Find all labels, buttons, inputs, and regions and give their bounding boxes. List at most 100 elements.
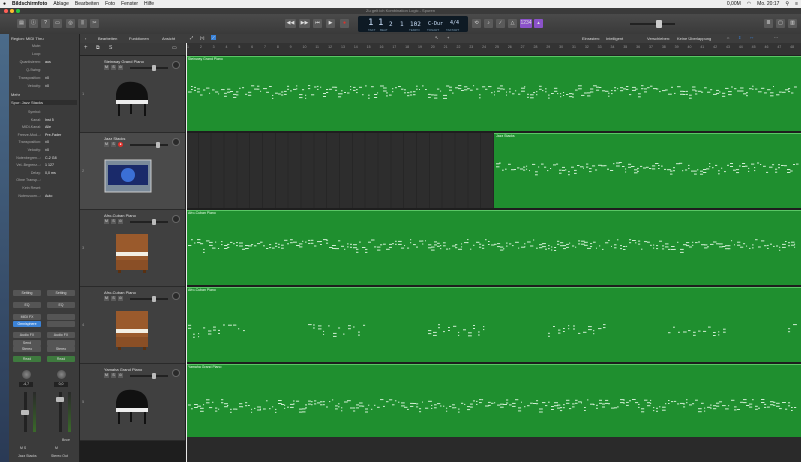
- solo-button[interactable]: S: [111, 65, 116, 70]
- track-volume-slider[interactable]: [130, 373, 168, 379]
- strip-slot-left[interactable]: Audio FX: [13, 332, 41, 338]
- track-volume-slider[interactable]: [130, 219, 168, 225]
- go-to-start-button[interactable]: ⏮: [313, 19, 322, 28]
- strip-slot-left[interactable]: EQ: [13, 302, 41, 308]
- editors-icon[interactable]: ✂: [90, 19, 99, 28]
- view-menu[interactable]: Ansicht: [162, 36, 175, 41]
- track-param-value[interactable]: 0,0 ms: [45, 171, 56, 175]
- track-param-row[interactable]: Notenzuorn...: Auto: [11, 194, 77, 200]
- pointer-tool-icon[interactable]: ↖: [435, 35, 438, 40]
- track-param-value[interactable]: ±0: [45, 148, 49, 152]
- track-param-value[interactable]: Inst 5: [45, 118, 54, 122]
- pencil-tool-icon[interactable]: +: [447, 35, 449, 40]
- menu-app-name[interactable]: Bildschirmfoto: [12, 1, 47, 7]
- track-volume-slider[interactable]: [130, 65, 168, 71]
- bar-ruler[interactable]: 1 2 3 4 5 6 7 8 9 10 11 12 13 14 15 16 17 18 19 20 21 22 23 24 2…: [185, 43, 801, 56]
- track-volume-slider[interactable]: [130, 142, 168, 148]
- track-pan-knob[interactable]: [172, 215, 180, 223]
- strip-slot-right[interactable]: Stereo: [47, 346, 75, 352]
- strip-slot-left[interactable]: MIDI FX: [13, 314, 41, 320]
- record-button[interactable]: ●: [340, 19, 349, 28]
- fader-cap-right[interactable]: [56, 397, 64, 402]
- back-arrow-icon[interactable]: ‹: [85, 36, 86, 41]
- empty-track-lane[interactable]: [186, 133, 494, 208]
- lcd-display[interactable]: 1 1 2 1 102 C-Dur 4/4 TAKT BEAT TEMPO TO…: [358, 16, 468, 32]
- menu-list-icon[interactable]: ≡: [795, 1, 798, 7]
- minimize-window-button[interactable]: [10, 9, 14, 13]
- solo-button[interactable]: S: [111, 373, 116, 378]
- zoom-window-button[interactable]: [16, 9, 20, 13]
- wifi-icon[interactable]: ◠: [747, 1, 751, 7]
- notepad-icon[interactable]: ▢: [776, 19, 785, 28]
- track-name[interactable]: Steinway Grand Piano: [104, 59, 144, 64]
- smart-controls-icon[interactable]: ◎: [66, 19, 75, 28]
- browsers-icon[interactable]: ▥: [788, 19, 797, 28]
- mute-button[interactable]: M: [104, 219, 109, 224]
- track-param-row[interactable]: Kein Reset:: [11, 186, 77, 192]
- strip-slot-right[interactable]: [47, 314, 75, 320]
- strip-slot-right[interactable]: Setting: [47, 290, 75, 296]
- menu-foto[interactable]: Foto: [105, 1, 115, 7]
- track-param-row[interactable]: Ohne Transp...:: [11, 178, 77, 184]
- region-param-row[interactable]: Loop:: [11, 52, 77, 58]
- master-volume-slider[interactable]: [630, 20, 675, 28]
- track-param-row[interactable]: Freeze-Mod...: Pre-Fader: [11, 133, 77, 139]
- track-param-row[interactable]: Symbol:: [11, 110, 77, 116]
- track-volume-knob[interactable]: [152, 65, 156, 71]
- playhead[interactable]: [186, 43, 187, 462]
- track-param-value[interactable]: Alle: [45, 125, 51, 129]
- clock[interactable]: Mo. 20:17: [757, 1, 779, 7]
- zoom-horizontal-icon[interactable]: ⇿: [750, 35, 753, 40]
- master-volume-knob[interactable]: [656, 20, 662, 28]
- menu-hilfe[interactable]: Hilfe: [144, 1, 154, 7]
- midi-region[interactable]: Steinway Grand Piano: [186, 56, 801, 131]
- mute-button[interactable]: M: [104, 142, 109, 147]
- menu-fenster[interactable]: Fenster: [121, 1, 138, 7]
- midi-region[interactable]: Afro-Cuban Piano: [186, 287, 801, 362]
- track-volume-knob[interactable]: [152, 296, 156, 302]
- track-param-row[interactable]: Kanal: Inst 5: [11, 118, 77, 124]
- input-monitor-button[interactable]: ⊙: [118, 65, 123, 70]
- fader-cap-left[interactable]: [21, 410, 29, 415]
- track-header[interactable]: 1 Steinway Grand Piano M S ⊙: [80, 56, 185, 133]
- volume-fader-left[interactable]: [21, 392, 29, 432]
- quick-help-icon[interactable]: ?: [41, 19, 50, 28]
- strip-slot-right[interactable]: EQ: [47, 302, 75, 308]
- bounce-button[interactable]: Bnce: [62, 438, 70, 442]
- strip-slot-right[interactable]: Read: [47, 356, 75, 362]
- automation-icon[interactable]: ⟋: [211, 35, 216, 40]
- waveform-zoom-icon[interactable]: ⇔: [726, 35, 730, 40]
- track-name[interactable]: Afro-Cuban Piano: [104, 290, 136, 295]
- rewind-button[interactable]: ◀◀: [285, 19, 296, 28]
- strip-slot-right[interactable]: Audio FX: [47, 332, 75, 338]
- track-param-value[interactable]: ±0: [45, 140, 49, 144]
- track-name[interactable]: Yamaha Grand Piano: [104, 367, 142, 372]
- mute-button[interactable]: M: [104, 373, 109, 378]
- list-editors-icon[interactable]: ≣: [764, 19, 773, 28]
- more-toggle[interactable]: Mehr: [11, 92, 20, 97]
- flex-icon[interactable]: [≈]: [200, 35, 204, 40]
- track-name[interactable]: Afro-Cuban Piano: [104, 213, 136, 218]
- region-param-row[interactable]: Velocity: ±0: [11, 84, 77, 90]
- input-monitor-button[interactable]: ⊙: [118, 296, 123, 301]
- library-icon[interactable]: ▤: [17, 19, 26, 28]
- metronome-click-icon[interactable]: ▴: [534, 19, 543, 28]
- track-param-value[interactable]: Auto: [45, 194, 52, 198]
- track-volume-slider[interactable]: [130, 296, 168, 302]
- region-param-row[interactable]: Mute:: [11, 44, 77, 50]
- track-header[interactable]: 4 Afro-Cuban Piano M S ⊙: [80, 287, 185, 364]
- track-param-value[interactable]: Pre-Fader: [45, 133, 61, 137]
- inspector-icon[interactable]: ⓘ: [29, 19, 38, 28]
- track-name[interactable]: Jazz Stacks: [104, 136, 125, 141]
- zoom-vertical-icon[interactable]: ⇕: [738, 35, 741, 40]
- metronome-icon[interactable]: △: [508, 19, 517, 28]
- region-param-value[interactable]: ±0: [45, 84, 49, 88]
- solo-button[interactable]: S: [111, 142, 116, 147]
- midi-region[interactable]: Yamaha Grand Piano: [186, 364, 801, 439]
- record-enable-button[interactable]: ●: [118, 142, 123, 147]
- midi-region[interactable]: Afro-Cuban Piano: [186, 210, 801, 285]
- pan-knob-left[interactable]: [22, 370, 31, 379]
- more-icon[interactable]: ⋯: [774, 35, 778, 40]
- duplicate-track-icon[interactable]: ⧉: [96, 45, 100, 51]
- track-inspector-header[interactable]: Spur: Jazz Stacks: [11, 100, 77, 105]
